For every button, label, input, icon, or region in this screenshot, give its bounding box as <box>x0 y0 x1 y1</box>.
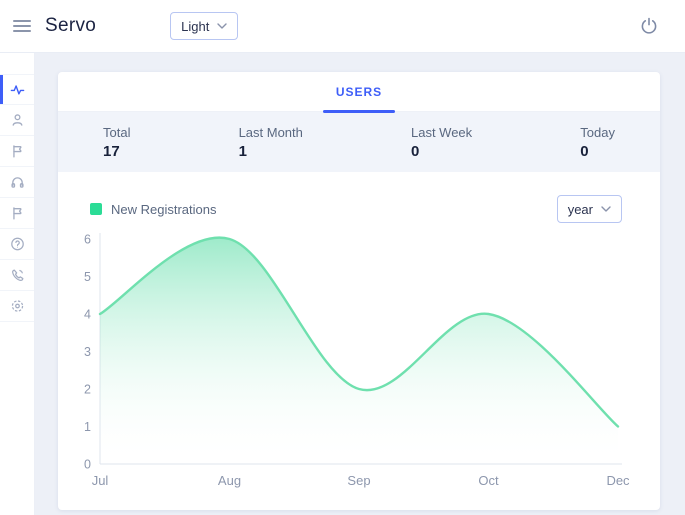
sidebar-item-flag[interactable] <box>0 198 34 229</box>
content-area: USERS Total 17 Last Month 1 Last Week 0 <box>35 53 685 515</box>
users-card: USERS Total 17 Last Month 1 Last Week 0 <box>58 72 660 510</box>
area-chart: 0 1 2 3 4 5 6 Jul Aug Sep Oct Dec <box>58 229 660 506</box>
tab-active-underline <box>323 110 395 113</box>
theme-select-value: Light <box>181 19 209 34</box>
stat-total: Total 17 <box>103 125 130 160</box>
chevron-down-icon <box>217 23 227 29</box>
flag-icon <box>10 143 25 159</box>
range-select[interactable]: year <box>557 195 622 223</box>
stat-value: 0 <box>580 143 615 160</box>
stat-label: Last Month <box>239 125 303 140</box>
sidebar <box>0 53 35 515</box>
svg-text:4: 4 <box>84 308 91 322</box>
stat-label: Last Week <box>411 125 472 140</box>
chart-legend: New Registrations <box>90 202 217 217</box>
app-header: Servo Light <box>0 0 685 53</box>
phone-icon <box>10 267 25 283</box>
svg-text:Aug: Aug <box>218 473 241 488</box>
sidebar-item-user[interactable] <box>0 105 34 136</box>
svg-text:Oct: Oct <box>478 473 499 488</box>
svg-text:Sep: Sep <box>347 473 370 488</box>
chevron-down-icon <box>601 206 611 212</box>
legend-swatch <box>90 203 102 215</box>
svg-text:5: 5 <box>84 270 91 284</box>
logout-button[interactable] <box>639 16 659 36</box>
stats-row: Total 17 Last Month 1 Last Week 0 Today … <box>58 112 660 172</box>
help-circle-icon <box>10 236 25 252</box>
stat-value: 1 <box>239 143 303 160</box>
svg-text:Dec: Dec <box>606 473 630 488</box>
svg-text:0: 0 <box>84 458 91 472</box>
stat-label: Today <box>580 125 615 140</box>
chart-x-tick-labels: Jul Aug Sep Oct Dec <box>92 473 630 488</box>
tab-bar: USERS <box>58 72 660 112</box>
svg-text:6: 6 <box>84 233 91 247</box>
chart-area-fill <box>100 238 618 464</box>
app-title: Servo <box>45 15 96 37</box>
svg-text:1: 1 <box>84 420 91 434</box>
svg-text:Jul: Jul <box>92 473 109 488</box>
flag-icon <box>10 205 25 221</box>
stat-label: Total <box>103 125 130 140</box>
sidebar-item-headphones[interactable] <box>0 167 34 198</box>
sidebar-item-phone[interactable] <box>0 260 34 291</box>
stat-last-week: Last Week 0 <box>411 125 472 160</box>
activity-icon <box>10 82 25 98</box>
theme-select[interactable]: Light <box>170 12 238 40</box>
svg-text:3: 3 <box>84 345 91 359</box>
gear-icon <box>10 298 25 314</box>
stat-last-month: Last Month 1 <box>239 125 303 160</box>
sidebar-item-gear[interactable] <box>0 291 34 322</box>
sidebar-item-help-circle[interactable] <box>0 229 34 260</box>
tab-users-label: USERS <box>336 85 382 99</box>
range-select-value: year <box>568 202 593 217</box>
user-icon <box>10 112 25 128</box>
power-icon <box>639 16 659 36</box>
chart-section: New Registrations year <box>58 172 660 510</box>
sidebar-item-flag[interactable] <box>0 136 34 167</box>
stat-today: Today 0 <box>580 125 615 160</box>
stat-value: 17 <box>103 143 130 160</box>
headphones-icon <box>10 174 25 190</box>
chart-y-tick-labels: 0 1 2 3 4 5 6 <box>84 233 91 472</box>
legend-label: New Registrations <box>111 202 217 217</box>
tab-users[interactable]: USERS <box>332 72 386 111</box>
svg-text:2: 2 <box>84 383 91 397</box>
stat-value: 0 <box>411 143 472 160</box>
menu-icon[interactable] <box>13 17 31 35</box>
sidebar-item-activity[interactable] <box>0 74 34 105</box>
